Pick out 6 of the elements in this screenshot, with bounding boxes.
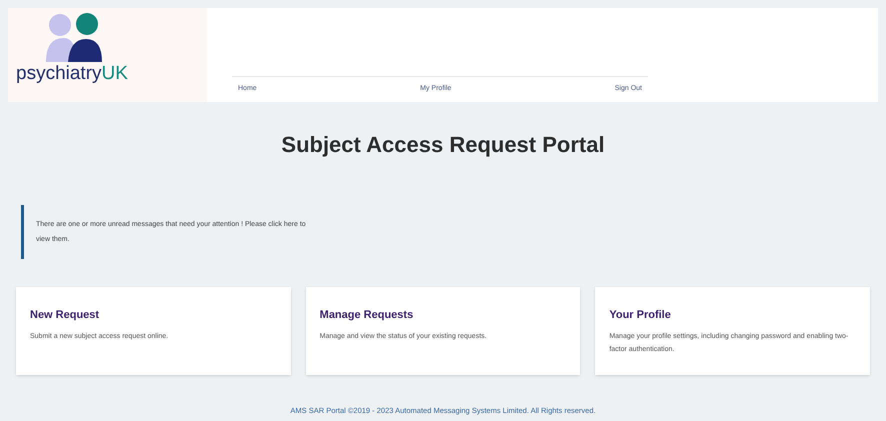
card-title: Your Profile (609, 308, 672, 323)
card-title: New Request (30, 308, 100, 323)
logo-wordmark: psychiatryUK (16, 64, 128, 83)
card-title: Manage Requests (320, 308, 414, 323)
page-title: Subject Access Request Portal (280, 131, 606, 159)
two-people-logo-icon (44, 12, 104, 62)
